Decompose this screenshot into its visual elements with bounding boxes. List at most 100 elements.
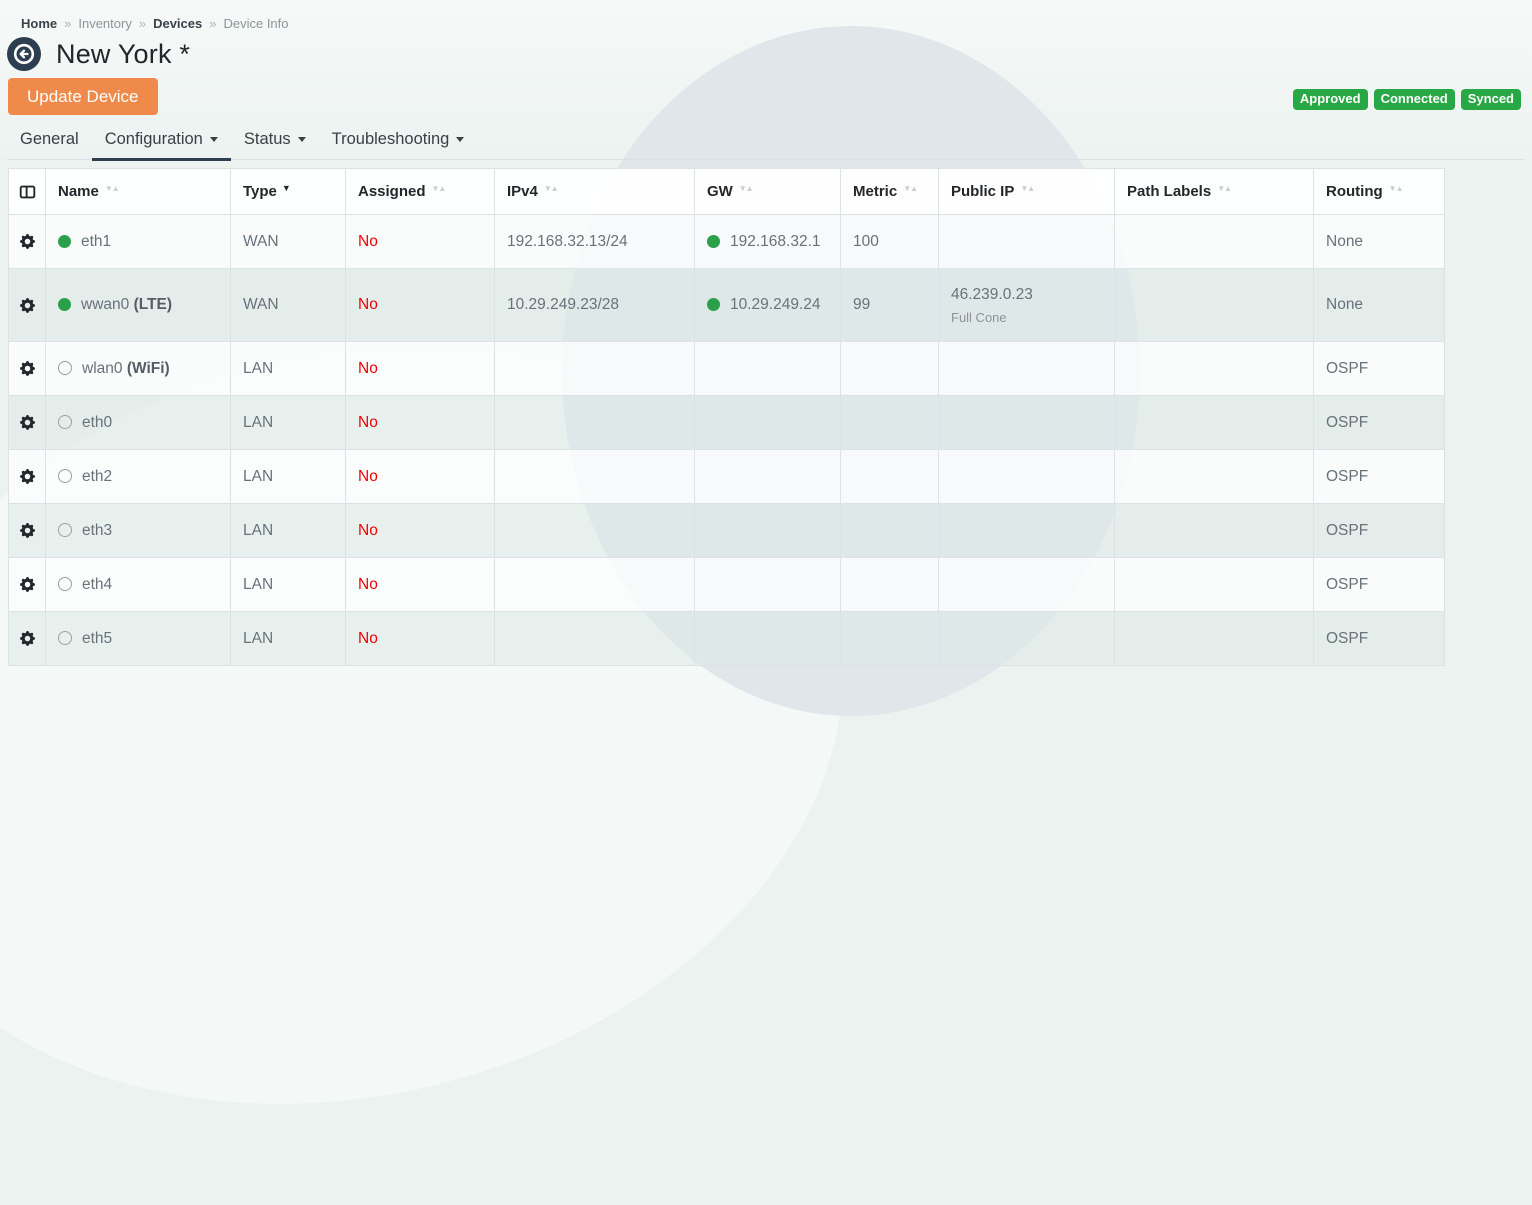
tab-troubleshooting[interactable]: Troubleshooting	[319, 125, 478, 161]
columns-icon	[19, 184, 36, 200]
assigned-cell: No	[346, 558, 495, 612]
assigned-cell: No	[346, 396, 495, 450]
sort-icons: ▼▲	[105, 184, 119, 193]
row-settings-button[interactable]	[20, 234, 35, 249]
column-settings-header[interactable]	[9, 169, 46, 215]
column-header-metric[interactable]: Metric▼▲	[841, 169, 939, 215]
routing-cell: None	[1314, 269, 1445, 342]
interface-name-cell: wlan0 (WiFi)	[46, 342, 231, 396]
interface-name-cell: eth2	[46, 450, 231, 504]
column-header-assigned[interactable]: Assigned▼▲	[346, 169, 495, 215]
ipv4-cell: 192.168.32.13/24	[495, 215, 695, 269]
chevron-down-icon	[298, 137, 306, 142]
arrow-left-circle-icon	[7, 37, 41, 71]
metric-cell: 99	[841, 269, 939, 342]
ipv4-cell	[495, 504, 695, 558]
gw-status-dot	[707, 298, 720, 311]
path-labels-cell	[1115, 558, 1314, 612]
interface-status-dot	[58, 361, 72, 375]
path-labels-cell	[1115, 269, 1314, 342]
tab-general[interactable]: General	[7, 125, 92, 161]
tab-status[interactable]: Status	[231, 125, 319, 161]
ipv4-cell	[495, 396, 695, 450]
tab-configuration[interactable]: Configuration	[92, 125, 231, 161]
sort-desc-icon: ▼	[282, 183, 291, 193]
sort-icons: ▼▲	[903, 184, 917, 193]
page-title: New York *	[56, 39, 190, 70]
row-settings-button[interactable]	[20, 469, 35, 484]
interface-name-cell: eth1	[46, 215, 231, 269]
assigned-cell: No	[346, 450, 495, 504]
interface-status-dot	[58, 469, 72, 483]
interface-status-dot	[58, 235, 71, 248]
row-settings-button[interactable]	[20, 577, 35, 592]
sort-icons: ▼▲	[1020, 184, 1034, 193]
interface-status-dot	[58, 415, 72, 429]
interface-name-cell: eth0	[46, 396, 231, 450]
row-settings-button[interactable]	[20, 361, 35, 376]
settings-cell	[9, 396, 46, 450]
breadcrumb-separator: »	[64, 16, 71, 31]
column-header-public-ip[interactable]: Public IP▼▲	[939, 169, 1115, 215]
breadcrumb-home[interactable]: Home	[21, 16, 57, 31]
interface-row-eth5: eth5LANNoOSPF	[9, 612, 1445, 666]
assigned-cell: No	[346, 612, 495, 666]
row-settings-button[interactable]	[20, 523, 35, 538]
settings-cell	[9, 215, 46, 269]
type-cell: WAN	[231, 215, 346, 269]
column-header-name[interactable]: Name ▼▲	[46, 169, 231, 215]
public-ip-cell	[939, 342, 1115, 396]
settings-cell	[9, 612, 46, 666]
metric-cell	[841, 612, 939, 666]
routing-cell: OSPF	[1314, 396, 1445, 450]
type-cell: LAN	[231, 396, 346, 450]
status-badge-connected: Connected	[1374, 89, 1455, 110]
sort-icons: ▼▲	[739, 184, 753, 193]
public-ip-cell	[939, 396, 1115, 450]
chevron-down-icon	[210, 137, 218, 142]
interface-name-cell: wwan0 (LTE)	[46, 269, 231, 342]
path-labels-cell	[1115, 342, 1314, 396]
public-ip-cell	[939, 450, 1115, 504]
back-button[interactable]	[7, 37, 41, 71]
row-settings-button[interactable]	[20, 415, 35, 430]
gw-cell	[695, 342, 841, 396]
gw-cell	[695, 504, 841, 558]
path-labels-cell	[1115, 504, 1314, 558]
public-ip-cell	[939, 558, 1115, 612]
assigned-cell: No	[346, 342, 495, 396]
status-badge-synced: Synced	[1461, 89, 1521, 110]
column-header-path-labels[interactable]: Path Labels▼▲	[1115, 169, 1314, 215]
column-header-type[interactable]: Type ▼	[231, 169, 346, 215]
column-header-label: Name	[58, 183, 99, 200]
public-ip-cell	[939, 215, 1115, 269]
breadcrumb-devices[interactable]: Devices	[153, 16, 202, 31]
ipv4-cell: 10.29.249.23/28	[495, 269, 695, 342]
path-labels-cell	[1115, 215, 1314, 269]
status-badge-approved: Approved	[1293, 89, 1368, 110]
row-settings-button[interactable]	[20, 631, 35, 646]
settings-cell	[9, 342, 46, 396]
assigned-cell: No	[346, 504, 495, 558]
settings-cell	[9, 558, 46, 612]
breadcrumb-inventory[interactable]: Inventory	[78, 16, 131, 31]
column-header-ipv4[interactable]: IPv4▼▲	[495, 169, 695, 215]
column-header-gw[interactable]: GW▼▲	[695, 169, 841, 215]
row-settings-button[interactable]	[20, 298, 35, 313]
routing-cell: None	[1314, 215, 1445, 269]
interface-row-wwan0: wwan0 (LTE)WANNo10.29.249.23/2810.29.249…	[9, 269, 1445, 342]
interface-row-eth3: eth3LANNoOSPF	[9, 504, 1445, 558]
column-header-routing[interactable]: Routing▼▲	[1314, 169, 1445, 215]
gw-cell	[695, 612, 841, 666]
type-cell: LAN	[231, 558, 346, 612]
gw-cell: 10.29.249.24	[695, 269, 841, 342]
tab-label: General	[20, 130, 79, 148]
gear-icon	[20, 234, 35, 249]
column-header-label: Type	[243, 183, 277, 200]
path-labels-cell	[1115, 612, 1314, 666]
gear-icon	[20, 415, 35, 430]
update-device-button[interactable]: Update Device	[8, 78, 158, 115]
metric-cell	[841, 342, 939, 396]
ipv4-cell	[495, 612, 695, 666]
routing-cell: OSPF	[1314, 504, 1445, 558]
